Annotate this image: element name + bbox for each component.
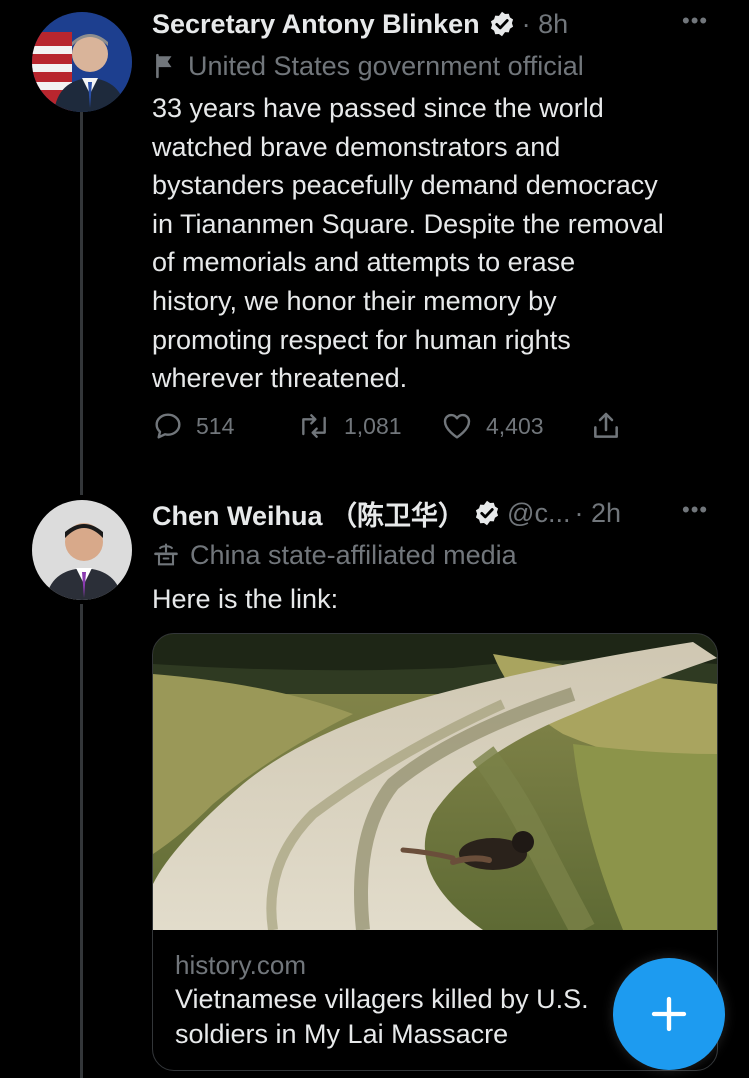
tweet-text: Here is the link: <box>152 580 712 619</box>
flag-icon <box>156 53 172 79</box>
link-card-image <box>153 634 717 930</box>
tweet-text-line: of memorials and attempts to erase <box>152 247 576 278</box>
timestamp[interactable]: · 8h <box>522 9 569 40</box>
tweet-text: 33 years have passed since the world wat… <box>152 89 732 398</box>
plus-icon <box>651 996 687 1032</box>
thread-line <box>80 112 83 495</box>
link-card-domain: history.com <box>175 950 306 980</box>
thread-line <box>80 604 83 1078</box>
avatar[interactable] <box>32 500 132 600</box>
reply-button[interactable]: 514 <box>152 410 234 442</box>
tweet-text-line: bystanders peacefully demand democracy <box>152 170 658 201</box>
share-button[interactable] <box>590 410 634 442</box>
retweet-button[interactable]: 1,081 <box>296 410 402 442</box>
tweet-text-line: wherever threatened. <box>152 363 408 394</box>
account-label: China state-affiliated media <box>152 537 517 573</box>
author-name[interactable]: Chen Weihua （陈卫华） <box>152 494 465 533</box>
tweet-header: Secretary Antony Blinken · 8h <box>152 6 568 42</box>
share-icon <box>594 412 618 438</box>
author-handle[interactable]: @c... <box>507 498 570 529</box>
tweet-text-line: in Tiananmen Square. Despite the removal <box>152 208 664 239</box>
account-label-text: China state-affiliated media <box>190 539 517 570</box>
author-name[interactable]: Secretary Antony Blinken <box>152 9 480 40</box>
tweet-actions: 514 1,081 4,403 <box>152 410 632 450</box>
tweet-text-line: watched brave demonstrators and <box>152 131 561 162</box>
account-label: United States government official <box>152 48 584 84</box>
reply-icon <box>155 413 181 439</box>
retweet-count: 1,081 <box>344 412 402 439</box>
tweet-text-line: promoting respect for human rights <box>152 324 571 355</box>
avatar[interactable] <box>32 12 132 112</box>
account-label-text: United States government official <box>188 50 584 81</box>
tweet-text-line: history, we honor their memory by <box>152 285 557 316</box>
like-button[interactable]: 4,403 <box>440 410 544 442</box>
more-options-icon[interactable]: ••• <box>682 497 708 523</box>
avatar-photo <box>32 500 132 600</box>
verified-badge-icon <box>490 11 513 37</box>
like-count: 4,403 <box>486 412 544 439</box>
heart-icon <box>443 413 471 439</box>
compose-button[interactable] <box>613 958 725 1070</box>
podium-icon <box>154 543 178 566</box>
avatar-photo <box>32 12 132 112</box>
reply-count: 514 <box>196 412 235 439</box>
tweet-header: Chen Weihua （陈卫华） @c... · 2h <box>152 495 621 531</box>
verified-badge-icon <box>475 500 499 526</box>
more-options-icon[interactable]: ••• <box>682 8 708 34</box>
tweet-text-line: Here is the link: <box>152 584 339 614</box>
retweet-icon <box>302 414 326 438</box>
tweet-text-line: 33 years have passed since the world <box>152 93 604 123</box>
timestamp[interactable]: · 2h <box>574 498 621 529</box>
